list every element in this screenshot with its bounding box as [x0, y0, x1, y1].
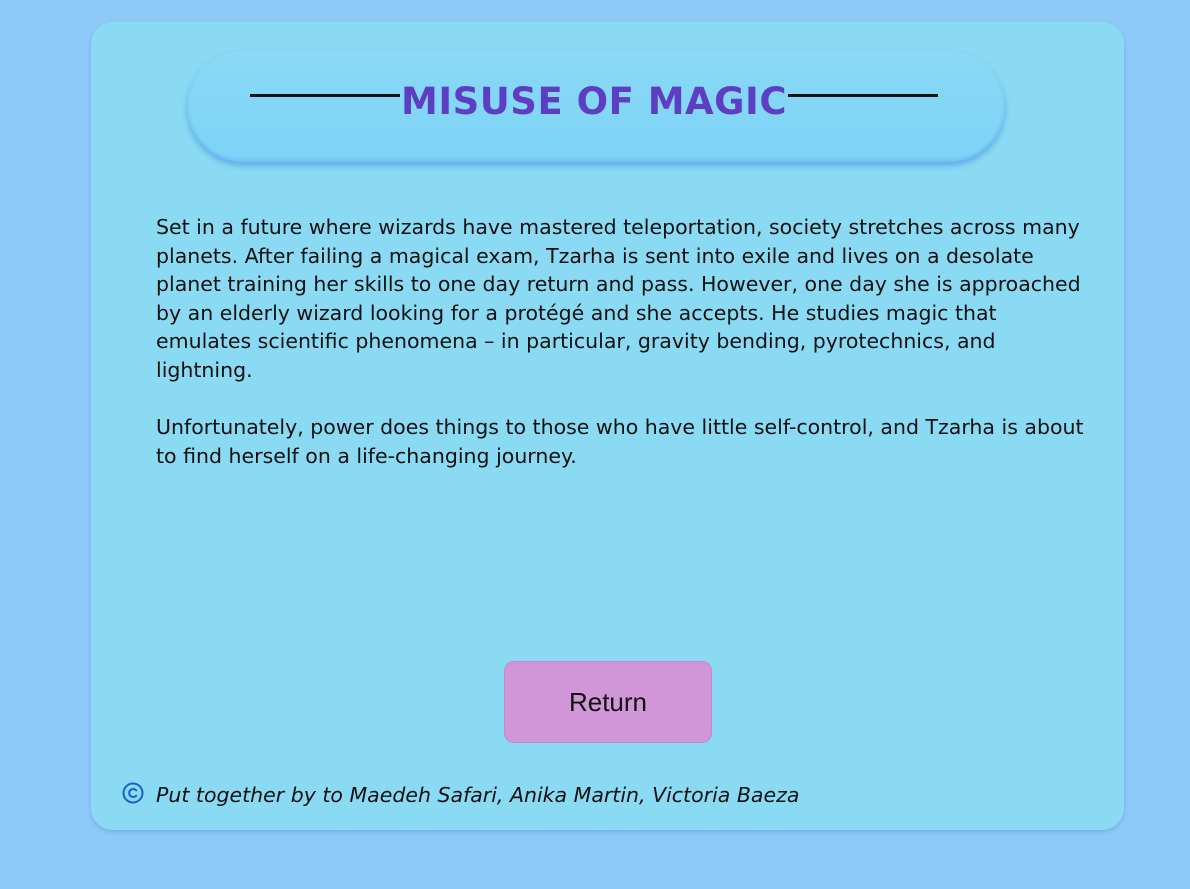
- content-card: MISUSE OF MAGIC Set in a future where wi…: [91, 22, 1124, 830]
- return-button[interactable]: Return: [504, 661, 712, 743]
- description-paragraph: Set in a future where wizards have maste…: [156, 215, 1081, 382]
- title-divider-right: [788, 94, 938, 97]
- title-divider-left: [250, 94, 400, 97]
- page-title: MISUSE OF MAGIC: [401, 80, 787, 123]
- copyright-icon: [122, 782, 144, 804]
- description: Set in a future where wizards have maste…: [156, 213, 1091, 499]
- credits-text: Put together by to Maedeh Safari, Anika …: [156, 783, 800, 807]
- description-paragraph: Unfortunately, power does things to thos…: [156, 415, 1084, 468]
